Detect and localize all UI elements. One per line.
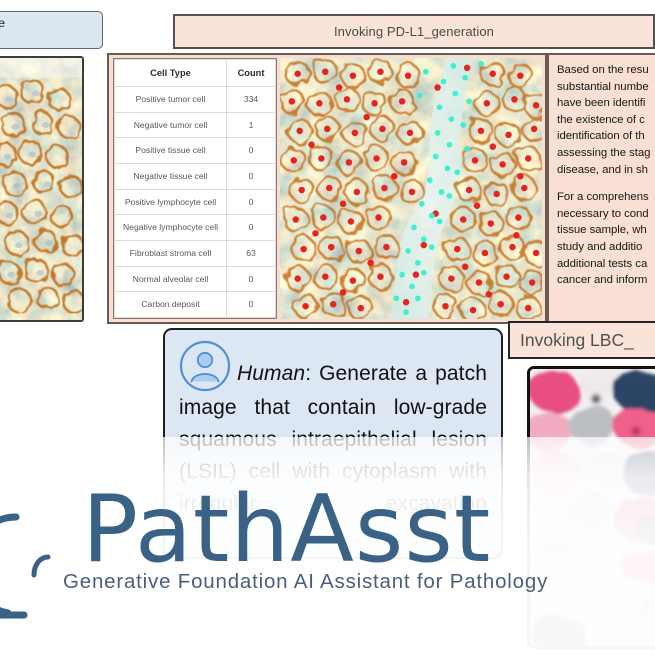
table-row: Carbon deposit 0 bbox=[114, 291, 276, 318]
table-row: Positive lymphocyte cell 0 bbox=[114, 188, 276, 216]
screenshot-stage: mber of positive ve an analysis. Invokin… bbox=[0, 0, 655, 655]
cell-type-value: Negative lymphocyte cell bbox=[114, 214, 227, 241]
invoking-lbc-banner: Invoking LBC_ bbox=[508, 321, 655, 359]
lbc-cytology-thumbnail[interactable] bbox=[527, 366, 655, 649]
cell-type-value: Negative tumor cell bbox=[114, 111, 227, 139]
pdl1-annotated-patch bbox=[280, 58, 542, 319]
assistant-reply-line-1: mber of positive bbox=[0, 16, 94, 32]
pdl1-result-panel: Cell Type Count Positive tumor cell 334 … bbox=[107, 53, 547, 324]
cell-type-value: Positive tissue cell bbox=[114, 137, 227, 164]
cell-type-value: Carbon deposit bbox=[114, 291, 227, 318]
table-row: Negative tumor cell 1 bbox=[114, 111, 276, 139]
cell-count-value: 63 bbox=[226, 239, 276, 267]
analysis-paragraph-2: For a comprehens necessary to cond tissu… bbox=[557, 191, 649, 287]
invoking-lbc-label: Invoking LBC_ bbox=[520, 329, 634, 350]
ihc-membrane-stain-image bbox=[0, 58, 82, 320]
cell-type-value: Negative tissue cell bbox=[114, 162, 227, 190]
col-header-cell-type: Cell Type bbox=[114, 59, 227, 87]
assistant-reply-line-2: ve an analysis. bbox=[0, 32, 94, 48]
cell-type-value: Normal alveolar cell bbox=[114, 265, 227, 293]
lbc-cytology-image bbox=[530, 369, 655, 646]
annotated-histology-image[interactable] bbox=[280, 58, 542, 319]
cell-count-value: 0 bbox=[226, 265, 276, 293]
cell-count-value: 334 bbox=[226, 86, 276, 113]
analysis-text-panel: Based on the resu substantial numbe have… bbox=[547, 53, 655, 324]
cell-count-value: 0 bbox=[226, 214, 276, 241]
table-row: Negative tissue cell 0 bbox=[114, 162, 276, 190]
cell-count-value: 0 bbox=[226, 162, 276, 190]
cell-count-value: 0 bbox=[226, 188, 276, 216]
cell-count-value: 1 bbox=[226, 111, 276, 139]
ihc-thumbnail-left[interactable] bbox=[0, 56, 84, 322]
cell-count-table: Cell Type Count Positive tumor cell 334 … bbox=[114, 59, 276, 318]
page-subtitle: Generative Foundation AI Assistant for P… bbox=[63, 570, 549, 593]
pathasst-logo-icon bbox=[0, 505, 58, 630]
assistant-reply-clipped: mber of positive ve an analysis. bbox=[0, 11, 103, 49]
cell-type-value: Positive lymphocyte cell bbox=[114, 188, 227, 216]
table-row: Negative lymphocyte cell 0 bbox=[114, 214, 276, 241]
cell-count-value: 0 bbox=[226, 291, 276, 318]
cell-type-value: Positive tumor cell bbox=[114, 86, 227, 113]
cell-type-value: Fibroblast stroma cell bbox=[114, 239, 227, 267]
table-row: Normal alveolar cell 0 bbox=[114, 265, 276, 293]
table-row: Positive tumor cell 334 bbox=[114, 86, 276, 113]
table-header-row: Cell Type Count bbox=[114, 59, 276, 87]
human-speaker-label: Human bbox=[237, 362, 306, 385]
analysis-paragraph-1: Based on the resu substantial numbe have… bbox=[557, 64, 651, 176]
cell-count-value: 0 bbox=[226, 137, 276, 164]
invoking-pdl1-banner: Invoking PD-L1_generation bbox=[173, 14, 655, 49]
cell-count-table-body: Positive tumor cell 334 Negative tumor c… bbox=[114, 86, 276, 318]
invoking-pdl1-label: Invoking PD-L1_generation bbox=[333, 24, 495, 39]
person-circle-icon bbox=[179, 340, 231, 392]
table-row: Fibroblast stroma cell 63 bbox=[114, 239, 276, 267]
human-speaker-separator: : bbox=[305, 362, 320, 385]
table-row: Positive tissue cell 0 bbox=[114, 137, 276, 164]
col-header-count: Count bbox=[226, 59, 276, 87]
cell-count-table-wrapper: Cell Type Count Positive tumor cell 334 … bbox=[113, 58, 277, 319]
